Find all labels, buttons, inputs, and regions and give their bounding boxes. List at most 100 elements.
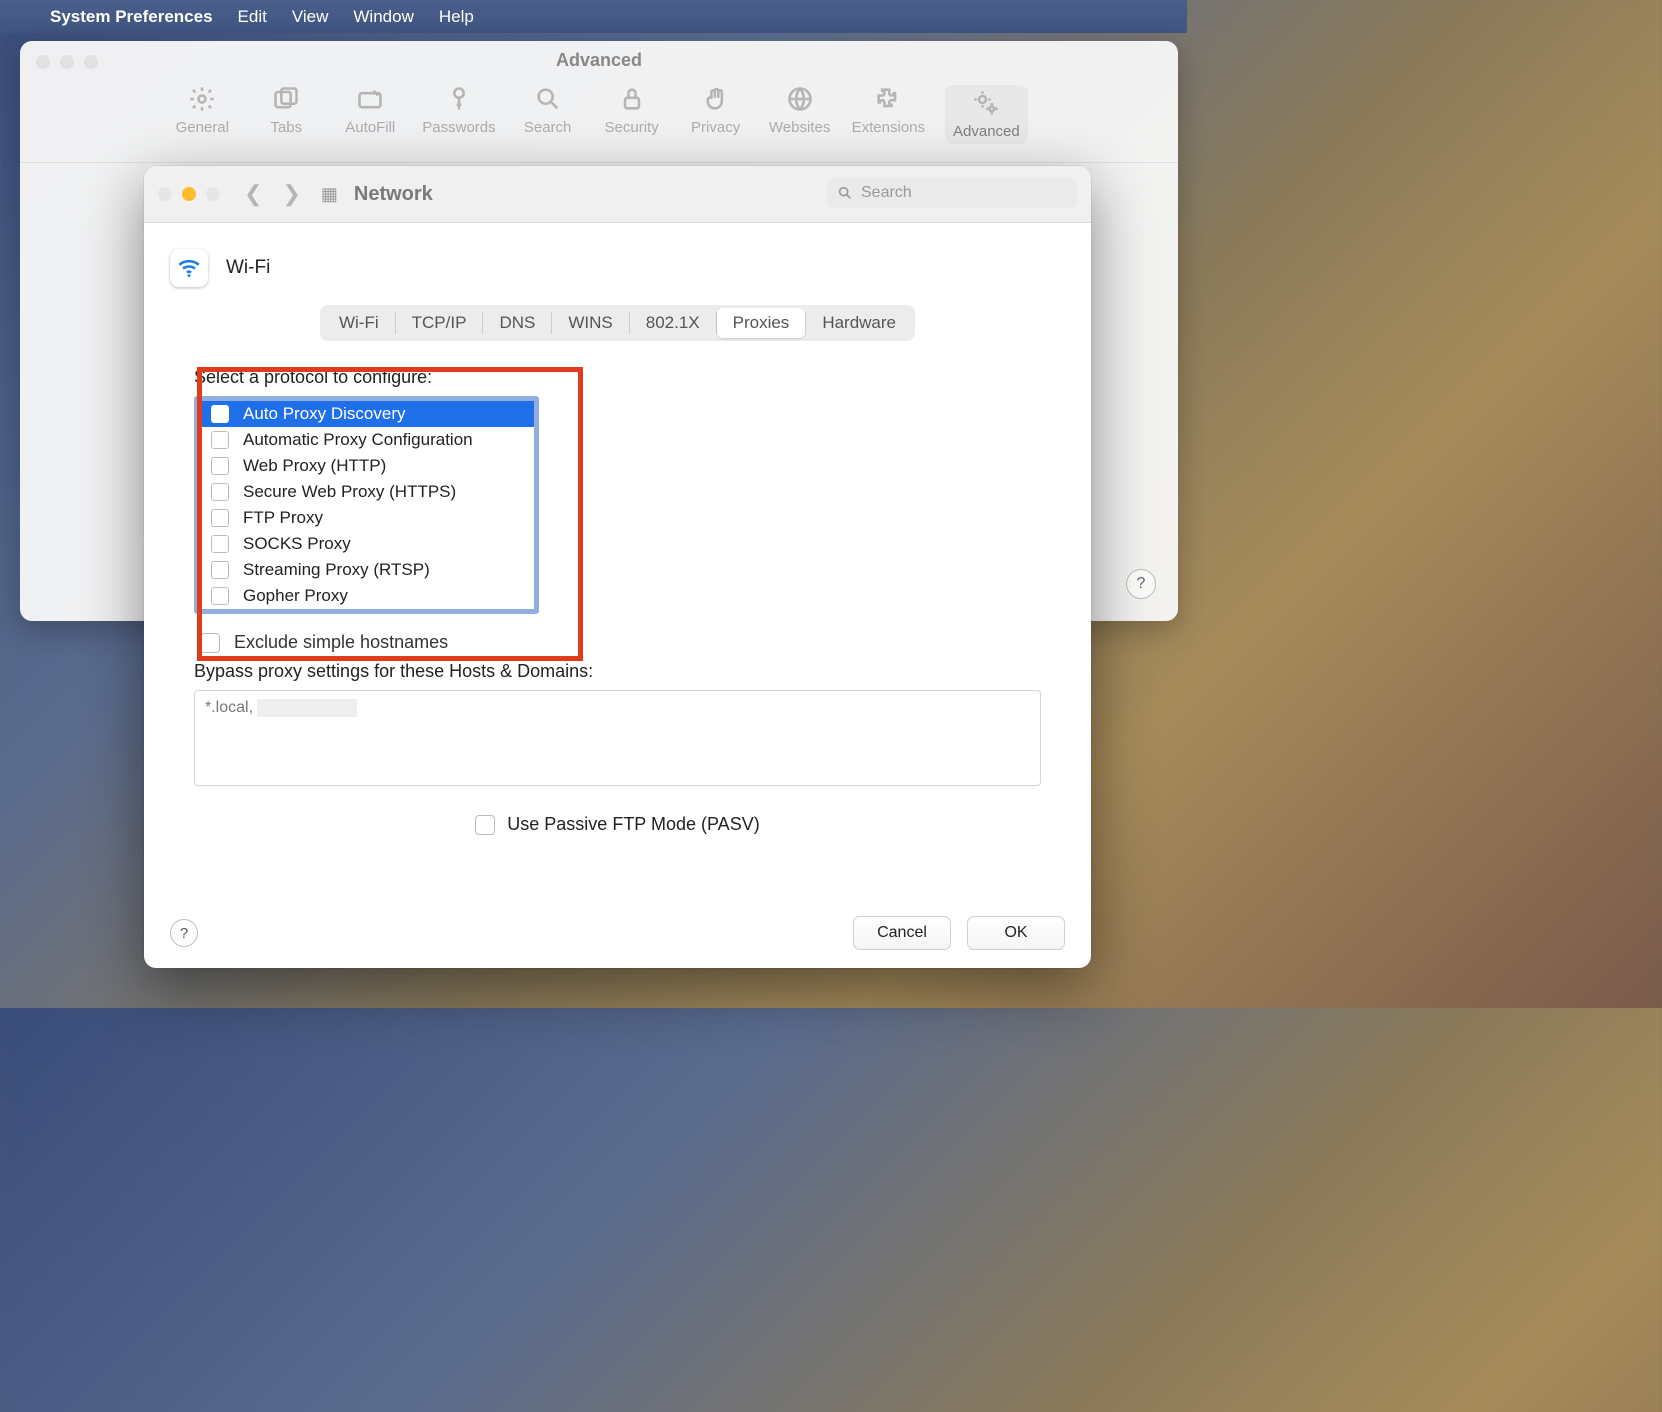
checkbox[interactable] [211,587,229,605]
pencil-box-icon [356,85,384,113]
menu-edit[interactable]: Edit [238,7,267,27]
toolbar-advanced[interactable]: Advanced [945,85,1028,144]
menu-view[interactable]: View [292,7,329,27]
bypass-textbox[interactable]: *.local, [194,690,1041,786]
gear-icon [188,85,216,113]
protocol-label: Automatic Proxy Configuration [243,430,473,450]
tab-wins[interactable]: WINS [552,308,628,338]
protocol-label: Web Proxy (HTTP) [243,456,386,476]
network-advanced-sheet: ❮ ❯ ▦ Network Search Wi-Fi Wi-Fi TCP/IP … [144,166,1091,968]
cancel-button[interactable]: Cancel [853,916,951,950]
protocol-row-auto-discovery[interactable]: Auto Proxy Discovery [199,401,534,427]
checkbox[interactable] [211,405,229,423]
toolbar-label: General [176,119,229,136]
hand-icon [702,85,730,113]
toolbar-websites[interactable]: Websites [768,85,832,144]
interface-header: Wi-Fi [170,249,1065,287]
protocol-label: Gopher Proxy [243,586,348,606]
checkbox[interactable] [211,483,229,501]
forward-button[interactable]: ❯ [282,181,300,207]
traffic-lights [158,187,220,201]
tab-wifi[interactable]: Wi-Fi [323,308,395,338]
help-button[interactable]: ? [170,919,198,947]
globe-icon [786,85,814,113]
checkbox[interactable] [211,535,229,553]
toolbar-label: Websites [769,119,830,136]
exclude-simple-label: Exclude simple hostnames [234,632,448,653]
toolbar-label: Advanced [953,123,1020,140]
key-icon [445,85,473,113]
toolbar-label: Tabs [270,119,302,136]
menu-window[interactable]: Window [353,7,413,27]
bypass-value: *.local, [205,699,257,716]
toolbar-extensions[interactable]: Extensions [852,85,925,144]
search-field[interactable]: Search [827,178,1077,208]
toolbar-label: Search [524,119,572,136]
toolbar-label: AutoFill [345,119,395,136]
toolbar-privacy[interactable]: Privacy [684,85,748,144]
help-button[interactable]: ? [1126,569,1156,599]
bypass-label: Bypass proxy settings for these Hosts & … [194,661,1065,682]
checkbox[interactable] [211,457,229,475]
minimize-button[interactable] [182,187,196,201]
toolbar-label: Security [605,119,659,136]
passive-ftp-label: Use Passive FTP Mode (PASV) [507,814,759,835]
minimize-button[interactable] [60,55,74,69]
toolbar-search[interactable]: Search [516,85,580,144]
menu-bar: System Preferences Edit View Window Help [0,0,1187,33]
checkbox[interactable] [211,431,229,449]
tab-hardware[interactable]: Hardware [806,308,912,338]
checkbox[interactable] [211,561,229,579]
app-menu[interactable]: System Preferences [50,7,213,27]
protocol-row-https[interactable]: Secure Web Proxy (HTTPS) [199,479,534,505]
zoom-button[interactable] [84,55,98,69]
ok-button[interactable]: OK [967,916,1065,950]
back-button[interactable]: ❮ [244,181,262,207]
protocol-row-auto-config[interactable]: Automatic Proxy Configuration [199,427,534,453]
toolbar-security[interactable]: Security [600,85,664,144]
toolbar-tabs[interactable]: Tabs [254,85,318,144]
search-placeholder: Search [861,184,912,202]
checkbox[interactable] [200,633,220,653]
protocol-row-gopher[interactable]: Gopher Proxy [199,583,534,609]
tab-tcpip[interactable]: TCP/IP [396,308,483,338]
menu-help[interactable]: Help [439,7,474,27]
toolbar-label: Extensions [852,119,925,136]
interface-name: Wi-Fi [226,257,270,279]
search-icon [534,85,562,113]
grid-icon[interactable]: ▦ [321,184,338,205]
checkbox[interactable] [211,509,229,527]
passive-ftp-row[interactable]: Use Passive FTP Mode (PASV) [170,814,1065,835]
protocol-label: Auto Proxy Discovery [243,404,406,424]
tab-dns[interactable]: DNS [483,308,551,338]
protocol-row-ftp[interactable]: FTP Proxy [199,505,534,531]
close-button[interactable] [158,187,172,201]
toolbar-label: Privacy [691,119,740,136]
checkbox[interactable] [475,815,495,835]
tab-proxies[interactable]: Proxies [717,308,806,338]
sheet-footer: ? Cancel OK [144,916,1091,950]
sheet-toolbar: ❮ ❯ ▦ Network Search [144,166,1091,223]
exclude-simple-row[interactable]: Exclude simple hostnames [200,632,1065,653]
close-button[interactable] [36,55,50,69]
tab-8021x[interactable]: 802.1X [630,308,716,338]
zoom-button[interactable] [206,187,220,201]
window-title: Advanced [20,41,1178,79]
protocol-row-socks[interactable]: SOCKS Proxy [199,531,534,557]
tabs-icon [272,85,300,113]
protocol-row-http[interactable]: Web Proxy (HTTP) [199,453,534,479]
toolbar-label: Passwords [422,119,495,136]
toolbar-general[interactable]: General [170,85,234,144]
puzzle-icon [874,85,902,113]
protocol-row-rtsp[interactable]: Streaming Proxy (RTSP) [199,557,534,583]
protocol-label: SOCKS Proxy [243,534,351,554]
traffic-lights [36,55,98,69]
tab-bar: Wi-Fi TCP/IP DNS WINS 802.1X Proxies Har… [170,305,1065,341]
protocol-section-label: Select a protocol to configure: [194,367,1065,388]
gears-icon [972,89,1000,117]
search-icon [837,185,853,201]
protocol-label: Secure Web Proxy (HTTPS) [243,482,456,502]
toolbar-autofill[interactable]: AutoFill [338,85,402,144]
toolbar-passwords[interactable]: Passwords [422,85,495,144]
protocol-list[interactable]: Auto Proxy Discovery Automatic Proxy Con… [194,396,539,614]
